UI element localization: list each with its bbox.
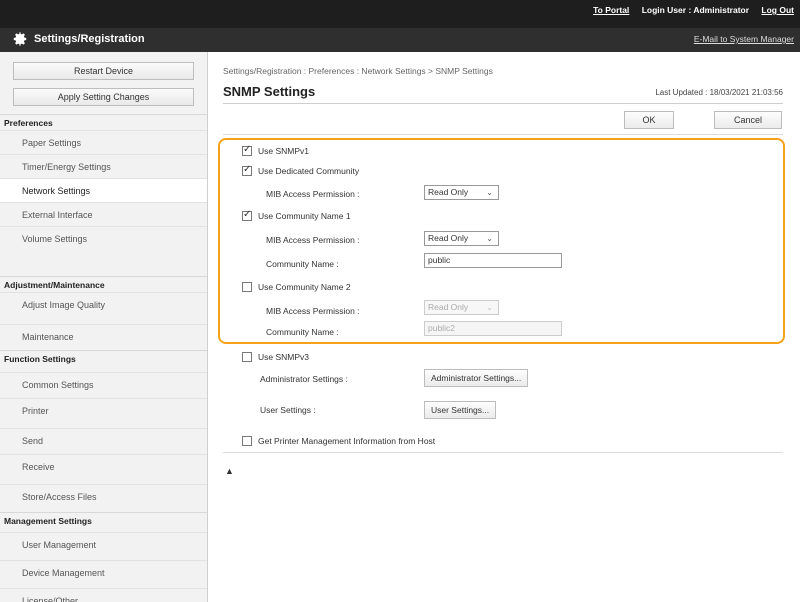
top-links: To Portal Login User : Administrator Log…: [583, 5, 794, 15]
last-updated-label: Last Updated : 18/03/2021 21:03:56: [655, 88, 783, 97]
back-to-top-icon[interactable]: ▲: [225, 466, 234, 476]
get-printer-info-row[interactable]: Get Printer Management Information from …: [242, 436, 435, 446]
use-community-2-label: Use Community Name 2: [258, 282, 351, 292]
login-user-label: Login User : Administrator: [641, 5, 750, 15]
sidebar-item-device-management[interactable]: Device Management: [0, 560, 207, 584]
logout-link[interactable]: Log Out: [761, 5, 794, 15]
sidebar-item-timer-energy-settings[interactable]: Timer/Energy Settings: [0, 154, 207, 178]
get-printer-info-checkbox[interactable]: [242, 436, 252, 446]
use-dedicated-community-label: Use Dedicated Community: [258, 166, 360, 176]
sidebar-item-receive[interactable]: Receive: [0, 454, 207, 478]
divider: [223, 103, 783, 104]
use-community-1-checkbox[interactable]: [242, 209, 252, 221]
title-bar: Settings/Registration E-Mail to System M…: [0, 28, 800, 52]
sidebar-item-volume-settings[interactable]: Volume Settings: [0, 226, 207, 250]
gear-icon: [13, 32, 27, 46]
use-dedicated-community-row[interactable]: Use Dedicated Community: [242, 164, 360, 176]
use-snmpv3-label: Use SNMPv3: [258, 352, 310, 362]
sidebar-item-user-management[interactable]: User Management: [0, 532, 207, 556]
use-community-2-checkbox[interactable]: [242, 282, 252, 292]
use-snmpv3-checkbox[interactable]: [242, 352, 252, 362]
sidebar-item-external-interface[interactable]: External Interface: [0, 202, 207, 226]
administrator-settings-label: Administrator Settings :: [260, 374, 348, 384]
breadcrumb: Settings/Registration : Preferences : Ne…: [223, 66, 493, 76]
sidebar-header-function-settings: Function Settings: [0, 350, 207, 366]
use-snmpv1-row[interactable]: Use SNMPv1: [242, 144, 310, 156]
community-2-mib-permission-value: Read Only: [428, 302, 469, 312]
email-system-manager-link[interactable]: E-Mail to System Manager: [694, 34, 794, 44]
sidebar-item-common-settings[interactable]: Common Settings: [0, 372, 207, 396]
sidebar-item-license-other[interactable]: License/Other: [0, 588, 207, 602]
sidebar-item-network-settings[interactable]: Network Settings: [0, 178, 207, 202]
dedicated-mib-permission-select[interactable]: Read Only ⌄: [424, 185, 499, 200]
chevron-down-icon: ⌄: [486, 188, 493, 197]
sidebar-item-adjust-image-quality[interactable]: Adjust Image Quality: [0, 292, 207, 316]
sidebar-header-management-settings: Management Settings: [0, 512, 207, 528]
user-settings-button[interactable]: User Settings...: [424, 401, 497, 419]
sidebar-item-paper-settings[interactable]: Paper Settings: [0, 130, 207, 154]
page-title: SNMP Settings: [223, 84, 316, 99]
apply-setting-changes-button[interactable]: Apply Setting Changes: [13, 88, 194, 106]
community-2-name-label: Community Name :: [266, 327, 339, 337]
use-snmpv1-checkbox[interactable]: [242, 144, 252, 156]
ok-button[interactable]: OK: [624, 111, 674, 129]
use-community-2-row[interactable]: Use Community Name 2: [242, 282, 351, 292]
sidebar-header-adjustment-maintenance: Adjustment/Maintenance: [0, 276, 207, 292]
chevron-down-icon: ⌄: [486, 234, 493, 243]
administrator-settings-button[interactable]: Administrator Settings...: [424, 369, 529, 387]
community-2-name-input: public2: [424, 321, 562, 336]
community-2-mib-label: MIB Access Permission :: [266, 306, 360, 316]
use-community-1-row[interactable]: Use Community Name 1: [242, 209, 351, 221]
sidebar-item-printer[interactable]: Printer: [0, 398, 207, 422]
restart-device-button[interactable]: Restart Device: [13, 62, 194, 80]
community-1-name-input[interactable]: public: [424, 253, 562, 268]
to-portal-link[interactable]: To Portal: [593, 5, 629, 15]
user-settings-label: User Settings :: [260, 405, 316, 415]
sidebar-header-preferences: Preferences: [0, 114, 207, 130]
cancel-button[interactable]: Cancel: [714, 111, 782, 129]
community-1-name-label: Community Name :: [266, 259, 339, 269]
use-community-1-label: Use Community Name 1: [258, 211, 351, 221]
divider: [223, 134, 783, 135]
divider: [223, 452, 783, 453]
top-bar: To Portal Login User : Administrator Log…: [0, 0, 800, 28]
dedicated-mib-permission-value: Read Only: [428, 187, 469, 197]
community-1-mib-permission-value: Read Only: [428, 233, 469, 243]
community-2-mib-permission-select: Read Only ⌄: [424, 300, 499, 315]
use-snmpv1-label: Use SNMPv1: [258, 146, 310, 156]
chevron-down-icon: ⌄: [486, 303, 493, 312]
get-printer-info-label: Get Printer Management Information from …: [258, 436, 436, 446]
sidebar-item-store-access-files[interactable]: Store/Access Files: [0, 484, 207, 508]
app-title: Settings/Registration: [34, 33, 145, 45]
community-1-mib-permission-select[interactable]: Read Only ⌄: [424, 231, 499, 246]
use-snmpv3-row[interactable]: Use SNMPv3: [242, 352, 309, 362]
use-dedicated-community-checkbox[interactable]: [242, 164, 252, 176]
dedicated-mib-label: MIB Access Permission :: [266, 189, 360, 199]
community-1-mib-label: MIB Access Permission :: [266, 235, 360, 245]
sidebar-item-maintenance[interactable]: Maintenance: [0, 324, 207, 348]
sidebar: Restart Device Apply Setting Changes Pre…: [0, 52, 208, 602]
sidebar-item-send[interactable]: Send: [0, 428, 207, 452]
